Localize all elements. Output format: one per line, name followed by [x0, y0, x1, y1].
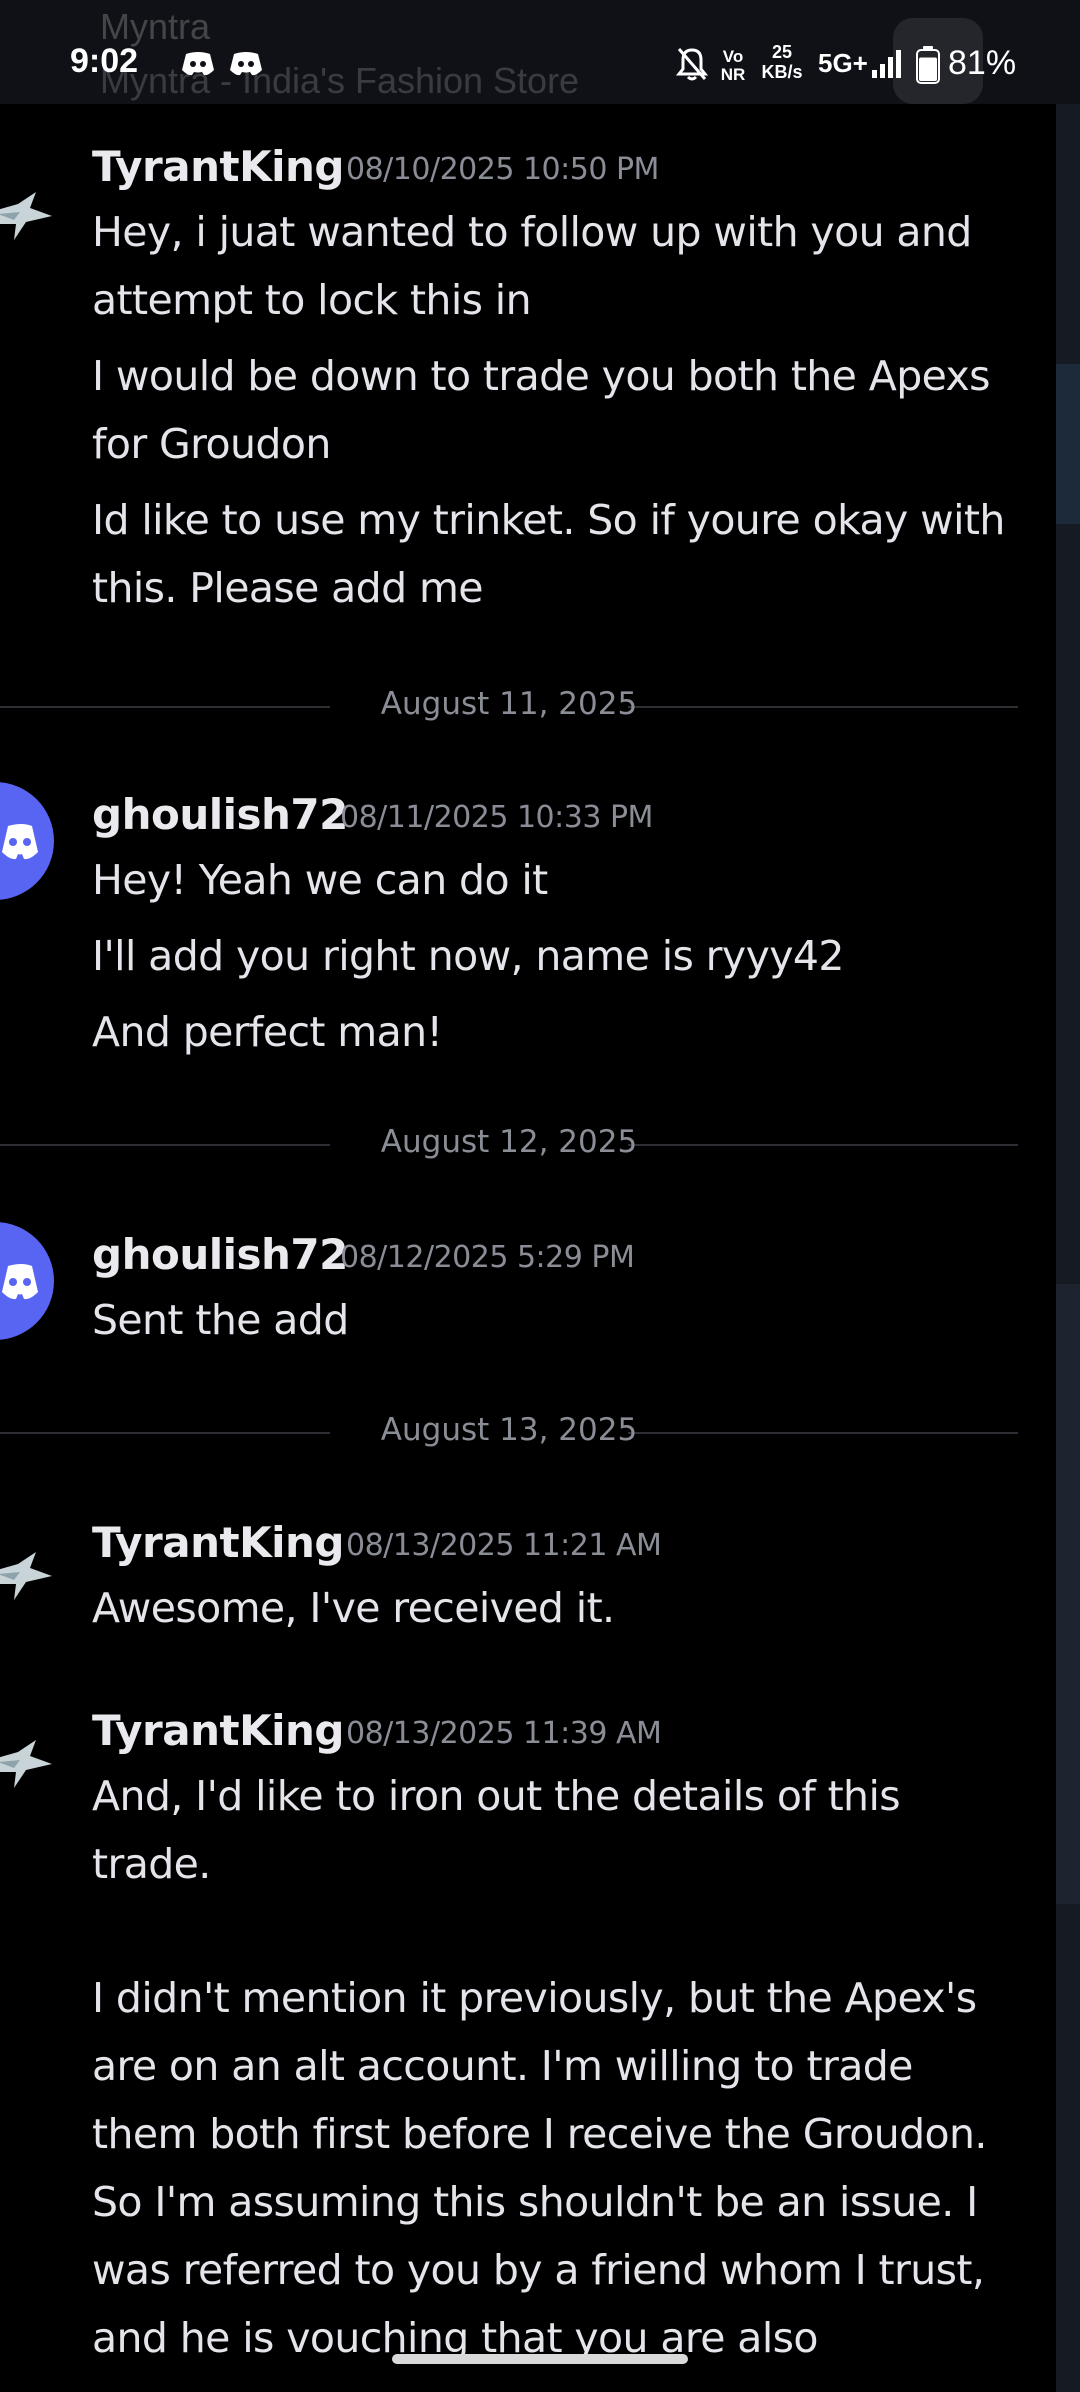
message-timestamp: 08/11/2025 10:33 PM — [340, 800, 653, 835]
home-gesture-bar[interactable] — [392, 2354, 688, 2364]
discord-avatar-icon[interactable] — [0, 1222, 54, 1340]
background-app-subtitle: Myntra - India's Fashion Store — [100, 60, 580, 101]
date-divider-label: August 13, 2025 — [380, 1412, 638, 1448]
message-text: I would be down to trade you both the Ap… — [92, 352, 991, 400]
discord-avatar-icon[interactable] — [0, 782, 54, 900]
message-text: And, I'd like to iron out the details of… — [92, 1772, 901, 1820]
message-text: Hey! Yeah we can do it — [92, 856, 548, 904]
message-text: Sent the add — [92, 1296, 349, 1344]
network-speed: 25 KB/s — [760, 42, 804, 82]
date-divider-label: August 12, 2025 — [380, 1124, 638, 1160]
message-text: Hey, i juat wanted to follow up with you… — [92, 208, 972, 256]
message-text: Id like to use my trinket. So if youre o… — [92, 496, 1005, 544]
chat-message-list[interactable]: TyrantKing 08/10/2025 10:50 PM Hey, i ju… — [0, 104, 1056, 2392]
message-timestamp: 08/13/2025 11:39 AM — [346, 1716, 662, 1751]
message-text: Awesome, I've received it. — [92, 1584, 615, 1632]
dragon-avatar-icon[interactable] — [0, 190, 52, 250]
status-bar: Myntra Myntra - India's Fashion Store 9:… — [0, 0, 1080, 104]
date-divider: August 13, 2025 — [0, 1412, 1018, 1452]
message-text: trade. — [92, 1840, 211, 1888]
battery-percent: 81% — [948, 44, 1017, 82]
message-author[interactable]: ghoulish72 — [92, 790, 348, 839]
network-speed-value: 25 — [771, 42, 793, 62]
discord-notification-icon — [182, 52, 214, 76]
status-time: 9:02 — [70, 42, 139, 80]
message-text: I'll add you right now, name is ryyy42 — [92, 932, 845, 980]
message-author[interactable]: TyrantKing — [92, 1518, 344, 1567]
discord-logo-icon — [2, 1264, 38, 1300]
screen: Myntra Myntra - India's Fashion Store 9:… — [0, 0, 1080, 2392]
message-text: are on an alt account. I'm willing to tr… — [92, 2042, 913, 2090]
signal-bars-icon — [872, 50, 901, 78]
message-text: So I'm assuming this shouldn't be an iss… — [92, 2178, 978, 2226]
battery-icon — [916, 46, 940, 84]
dragon-avatar-icon[interactable] — [0, 1738, 52, 1798]
message-timestamp: 08/10/2025 10:50 PM — [346, 152, 659, 187]
message-timestamp: 08/12/2025 5:29 PM — [340, 1240, 635, 1275]
message-author[interactable]: ghoulish72 — [92, 1230, 348, 1279]
message-text: And perfect man! — [92, 1008, 443, 1056]
date-divider-label: August 11, 2025 — [380, 686, 638, 722]
message-author[interactable]: TyrantKing — [92, 142, 344, 191]
background-app-edge — [1056, 104, 1080, 2392]
message-text: attempt to lock this in — [92, 276, 532, 324]
message-text: was referred to you by a friend whom I t… — [92, 2246, 985, 2294]
message-timestamp: 08/13/2025 11:21 AM — [346, 1528, 662, 1563]
discord-notification-icon — [230, 52, 262, 76]
date-divider: August 12, 2025 — [0, 1124, 1018, 1164]
message-text: this. Please add me — [92, 564, 484, 612]
message-author[interactable]: TyrantKing — [92, 1706, 344, 1755]
message-text: I didn't mention it previously, but the … — [92, 1974, 977, 2022]
message-text: them both first before I receive the Gro… — [92, 2110, 987, 2158]
dragon-avatar-icon[interactable] — [0, 1550, 52, 1610]
message-text: for Groudon — [92, 420, 331, 468]
network-speed-unit: KB/s — [761, 62, 803, 82]
volte-indicator: Vo NR — [720, 47, 746, 84]
discord-logo-icon — [2, 824, 38, 860]
date-divider: August 11, 2025 — [0, 686, 1018, 726]
network-type: 5G+ — [818, 48, 868, 78]
mute-bell-icon — [676, 48, 708, 81]
